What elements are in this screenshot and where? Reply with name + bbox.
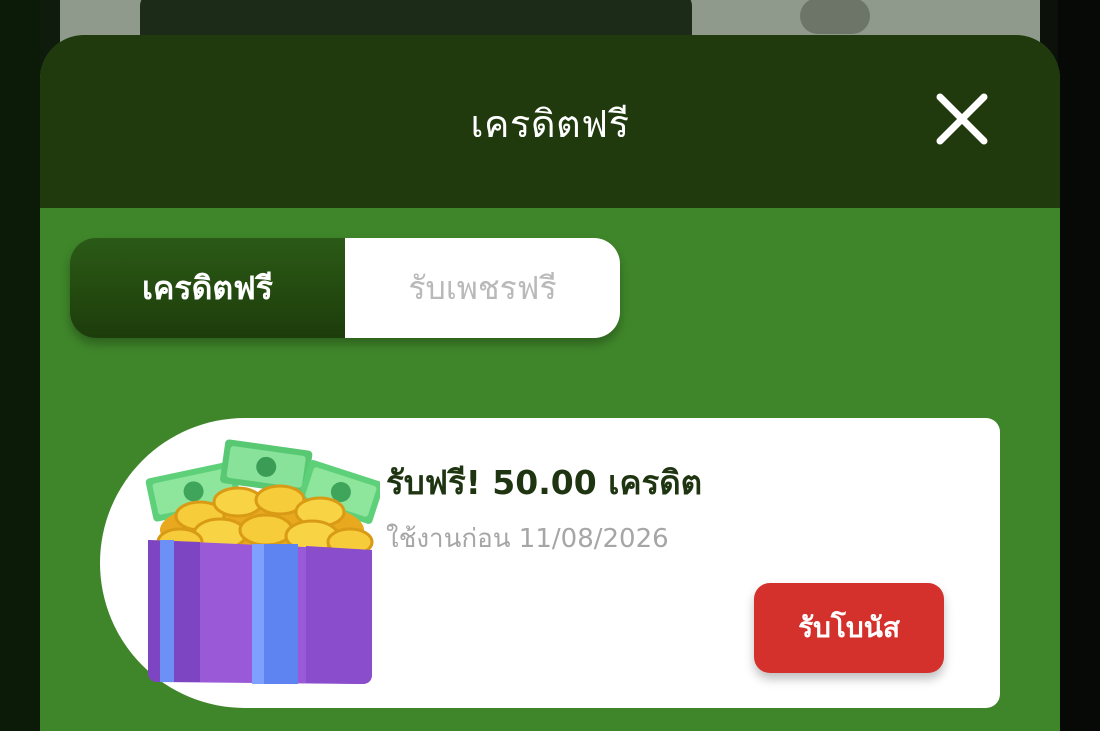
reward-card: รับฟรี! 50.00 เครดิต ใช้งานก่อน 11/08/20… xyxy=(100,418,1000,708)
tab-switcher: เครดิตฟรี รับเพชรฟรี xyxy=(70,238,620,338)
free-credit-modal: เครดิตฟรี เครดิตฟรี รับเพชรฟรี รับฟรี! 5… xyxy=(40,35,1060,731)
reward-title: รับฟรี! 50.00 เครดิต xyxy=(386,463,703,502)
background-edge-left xyxy=(0,0,40,731)
modal-title: เครดิตฟรี xyxy=(470,102,630,146)
close-icon xyxy=(936,93,988,145)
modal-header: เครดิตฟรี xyxy=(40,35,1060,208)
background-edge-right xyxy=(1058,0,1100,731)
reward-expiry-date: ใช้งานก่อน 11/08/2026 xyxy=(386,524,669,554)
tab-free-diamonds[interactable]: รับเพชรฟรี xyxy=(345,238,620,338)
gift-box-with-coins-icon xyxy=(145,439,380,684)
claim-bonus-button[interactable]: รับโบนัส xyxy=(754,583,944,673)
tab-free-credit[interactable]: เครดิตฟรี xyxy=(70,238,345,338)
close-button[interactable] xyxy=(932,89,992,149)
background-toggle xyxy=(800,0,870,34)
